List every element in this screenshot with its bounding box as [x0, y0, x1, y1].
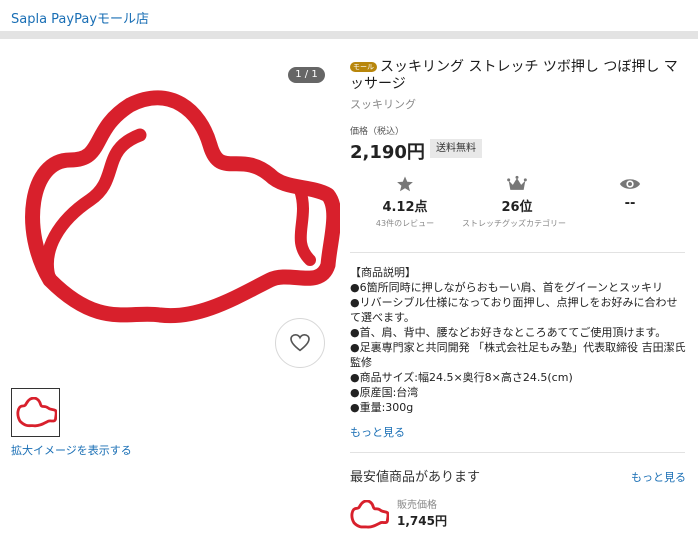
price-label: 価格（税込）: [350, 127, 405, 137]
desc-line: 【商品説明】: [350, 266, 416, 279]
mall-badge: モール: [350, 62, 377, 72]
product-thumbnail[interactable]: [11, 388, 60, 437]
sale-price-label: 販売価格: [397, 500, 437, 511]
header-divider: [0, 31, 698, 39]
product-main-image[interactable]: [10, 90, 340, 340]
sale-price: 1,745円: [397, 514, 447, 528]
ranking-value: 26位: [501, 200, 533, 215]
desc-line: ●商品サイズ:幅24.5×奥行8×高さ24.5(cm): [350, 371, 573, 384]
brand-link[interactable]: スッキリング: [350, 96, 416, 112]
free-shipping-badge: 送料無料: [430, 139, 482, 158]
eye-icon: [619, 179, 641, 189]
desc-line: ●リバーシブル仕様になっており面押し、点押しをお好みに合わせて選べます。: [350, 296, 678, 324]
heart-icon: [290, 334, 310, 352]
lowest-price-title: 最安値商品があります: [350, 470, 481, 485]
price: 2,190円: [350, 142, 425, 163]
desc-line: ●重量:300g: [350, 401, 414, 414]
lowest-divider: [350, 452, 685, 453]
views-value: --: [624, 196, 636, 211]
review-count: 43件のレビュー: [375, 219, 435, 228]
lowest-more-link[interactable]: もっと見る: [631, 469, 686, 485]
review-score: 4.12点: [382, 200, 428, 215]
desc-line: ●6箇所同時に押しながらおもーい肩、首をグイーンとスッキリ: [350, 281, 664, 294]
desc-line: ●足裏専門家と共同開発 「株式会社足もみ塾」代表取締役 吉田潔氏監修: [350, 341, 686, 369]
enlarge-image-link[interactable]: 拡大イメージを表示する: [11, 442, 132, 458]
product-title: モール スッキリング ストレッチ ツボ押し つぼ押し マッサージ: [350, 59, 690, 93]
store-name-link[interactable]: Sapla PayPayモール店: [11, 8, 149, 27]
views-stat: --: [575, 174, 685, 211]
crown-icon: [507, 175, 527, 190]
favorite-button[interactable]: [275, 318, 325, 368]
product-title-text: スッキリング ストレッチ ツボ押し つぼ押し マッサージ: [350, 59, 678, 92]
stats-divider: [350, 252, 685, 253]
desc-line: ●首、肩、背中、腰などお好きなところあててご使用頂けます。: [350, 326, 667, 339]
review-stat[interactable]: 4.12点 43件のレビュー: [350, 174, 460, 229]
ring-knob: [294, 184, 316, 266]
lowest-product-image[interactable]: [349, 500, 389, 530]
desc-line: ●原産国:台湾: [350, 386, 419, 399]
description-more-link[interactable]: もっと見る: [350, 424, 405, 440]
page-indicator: 1 / 1: [288, 67, 325, 83]
ranking-category: ストレッチグッズカテゴリー: [462, 219, 566, 228]
top-bar: Sapla PayPayモール店: [0, 0, 698, 31]
ranking-stat[interactable]: 26位 ストレッチグッズカテゴリー: [462, 174, 572, 229]
star-icon: [397, 176, 413, 192]
product-description: 【商品説明】 ●6箇所同時に押しながらおもーい肩、首をグイーンとスッキリ ●リバ…: [350, 265, 688, 415]
